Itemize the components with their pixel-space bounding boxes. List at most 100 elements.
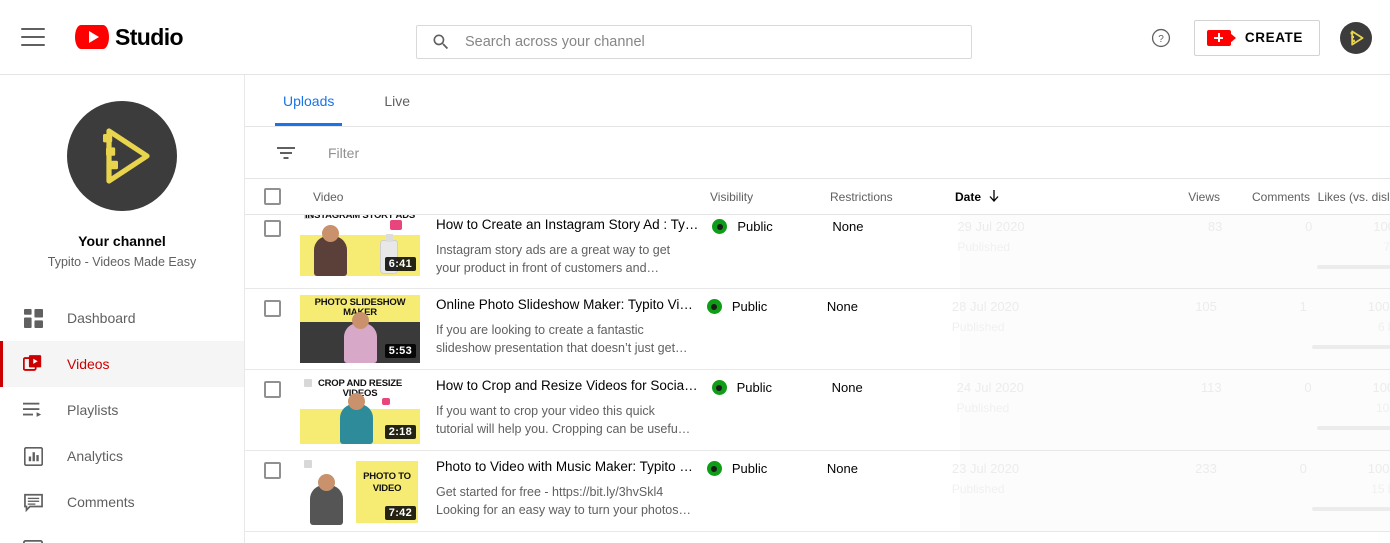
date-value: 24 Jul 2020 <box>956 380 1024 395</box>
video-thumbnail-cell[interactable]: PHOTO TO VIDEO 7:42 <box>300 451 420 525</box>
youtube-studio-logo[interactable]: Studio <box>75 23 184 51</box>
video-title[interactable]: Photo to Video with Music Maker: Typito … <box>436 459 693 476</box>
search-input[interactable] <box>465 34 971 50</box>
likes-bar <box>1317 265 1390 269</box>
dashboard-icon <box>21 306 45 330</box>
visibility-label: Public <box>731 461 768 476</box>
brand-label: Studio <box>115 23 184 50</box>
arrow-down-icon <box>988 190 1000 203</box>
channel-avatar[interactable] <box>67 101 177 211</box>
main-content: Uploads Live Video Visibility Restrictio… <box>245 75 1390 543</box>
youtube-play-icon <box>75 25 109 49</box>
table-row[interactable]: INSTAGRAM STORY ADS 6:41 How to Create a… <box>245 215 1390 289</box>
date-value: 29 Jul 2020 <box>957 219 1025 234</box>
sidebar-item-videos[interactable]: Videos <box>0 341 244 387</box>
video-thumbnail-cell[interactable]: CROP AND RESIZE VIDEOS 2:18 <box>300 370 420 444</box>
header-visibility[interactable]: Visibility <box>710 190 830 204</box>
likes-cell: 100.0% 10 likes <box>1312 370 1390 430</box>
header-likes[interactable]: Likes (vs. dislikes) <box>1310 190 1390 204</box>
filter-icon[interactable] <box>275 142 297 164</box>
visibility-cell[interactable]: Public <box>712 215 832 234</box>
header-date-label: Date <box>955 189 982 204</box>
channel-title: Your channel <box>78 233 166 249</box>
thumbnail-title: PHOTO TO VIDEO <box>363 471 411 494</box>
table-row[interactable]: PHOTO TO VIDEO 7:42 Photo to Video with … <box>245 451 1390 532</box>
likes-bar <box>1316 426 1390 430</box>
table-row[interactable]: PHOTO SLIDESHOW MAKER 5:53 Online Photo … <box>245 289 1390 370</box>
channel-subtitle: Typito - Videos Made Easy <box>47 255 197 269</box>
video-title[interactable]: How to Create an Instagram Story Ad : Ty… <box>436 217 698 234</box>
tab-live[interactable]: Live <box>376 75 418 126</box>
avatar[interactable] <box>1340 21 1372 54</box>
video-description-line: slideshow presentation that doesn’t just… <box>436 341 688 355</box>
video-thumbnail-cell[interactable]: INSTAGRAM STORY ADS 6:41 <box>300 215 420 276</box>
comments-cell: 0 <box>1305 219 1313 234</box>
header-views[interactable]: Views <box>1120 190 1220 204</box>
header-restrictions[interactable]: Restrictions <box>830 190 955 204</box>
likes-count: 15 likes <box>1371 482 1390 496</box>
views-cell: 105 <box>1195 299 1217 314</box>
row-checkbox[interactable] <box>264 462 281 479</box>
sidebar-item-subtitles[interactable]: Subtitles <box>0 525 244 543</box>
video-thumbnail-cell[interactable]: PHOTO SLIDESHOW MAKER 5:53 <box>300 289 420 363</box>
video-meta: How to Create an Instagram Story Ad : Ty… <box>420 215 712 277</box>
sidebar-item-analytics[interactable]: Analytics <box>0 433 244 479</box>
header-video[interactable]: Video <box>300 190 710 204</box>
video-thumbnail: CROP AND RESIZE VIDEOS 2:18 <box>300 376 420 444</box>
visibility-cell[interactable]: Public <box>706 289 827 314</box>
video-thumbnail: PHOTO TO VIDEO 7:42 <box>300 457 420 525</box>
publish-status: Published <box>957 240 1011 254</box>
likes-percent: 100.0% <box>1367 299 1390 314</box>
row-checkbox[interactable] <box>264 300 281 317</box>
row-select-cell <box>245 451 300 531</box>
table-row[interactable]: CROP AND RESIZE VIDEOS 2:18 How to Crop … <box>245 370 1390 451</box>
hamburger-menu-icon[interactable] <box>21 28 45 46</box>
eye-icon <box>712 219 728 234</box>
eye-icon <box>706 461 722 476</box>
sidebar-item-comments[interactable]: Comments <box>0 479 244 525</box>
video-title[interactable]: How to Crop and Resize Videos for Socia… <box>436 378 698 395</box>
sidebar-item-label: Comments <box>67 494 135 510</box>
help-icon[interactable]: ? <box>1144 21 1178 55</box>
eye-icon <box>711 380 727 395</box>
video-description-line: Looking for an easy way to turn your pho… <box>436 503 692 517</box>
video-description-line: If you are looking to create a fantastic <box>436 322 644 337</box>
video-description-line: If you want to crop your video this quic… <box>436 403 655 418</box>
search-bar[interactable] <box>416 25 972 59</box>
likes-count: 7 likes <box>1383 240 1390 254</box>
views-cell: 83 <box>1207 219 1223 234</box>
restrictions-cell: None <box>826 461 858 476</box>
row-select-cell <box>245 215 300 288</box>
video-duration: 7:42 <box>384 506 416 520</box>
videos-icon <box>21 352 45 376</box>
select-all-checkbox[interactable] <box>264 188 281 205</box>
visibility-cell[interactable]: Public <box>706 451 827 476</box>
tab-uploads[interactable]: Uploads <box>275 75 343 126</box>
search-icon <box>431 32 451 52</box>
likes-cell: 100.0% 7 likes <box>1312 215 1390 269</box>
video-title[interactable]: Online Photo Slideshow Maker: Typito Vi… <box>436 297 693 314</box>
video-description-line: your product in front of customers and… <box>436 261 660 275</box>
video-meta: How to Crop and Resize Videos for Socia…… <box>420 370 712 438</box>
video-camera-plus-icon <box>1206 29 1236 46</box>
row-checkbox[interactable] <box>264 220 281 237</box>
subtitles-icon <box>21 536 45 543</box>
tab-label: Uploads <box>283 92 335 109</box>
sidebar-item-dashboard[interactable]: Dashboard <box>0 295 244 341</box>
header-comments[interactable]: Comments <box>1220 190 1310 204</box>
sidebar-item-playlists[interactable]: Playlists <box>0 387 244 433</box>
channel-block: Your channel Typito - Videos Made Easy <box>0 75 244 269</box>
visibility-cell[interactable]: Public <box>711 370 832 395</box>
visibility-label: Public <box>737 219 773 234</box>
row-checkbox[interactable] <box>264 381 281 398</box>
filter-input[interactable] <box>328 144 728 161</box>
restrictions-cell: None <box>831 380 863 395</box>
header-date[interactable]: Date <box>955 190 1120 204</box>
likes-count: 10 likes <box>1375 401 1390 415</box>
sidebar: Your channel Typito - Videos Made Easy D… <box>0 75 245 543</box>
svg-text:?: ? <box>1158 33 1164 44</box>
publish-status: Published <box>956 401 1010 415</box>
video-description: Instagram story ads are a great way to g… <box>436 241 698 277</box>
date-cell: 28 Jul 2020 Published <box>952 289 1117 334</box>
create-button[interactable]: CREATE <box>1193 19 1320 56</box>
